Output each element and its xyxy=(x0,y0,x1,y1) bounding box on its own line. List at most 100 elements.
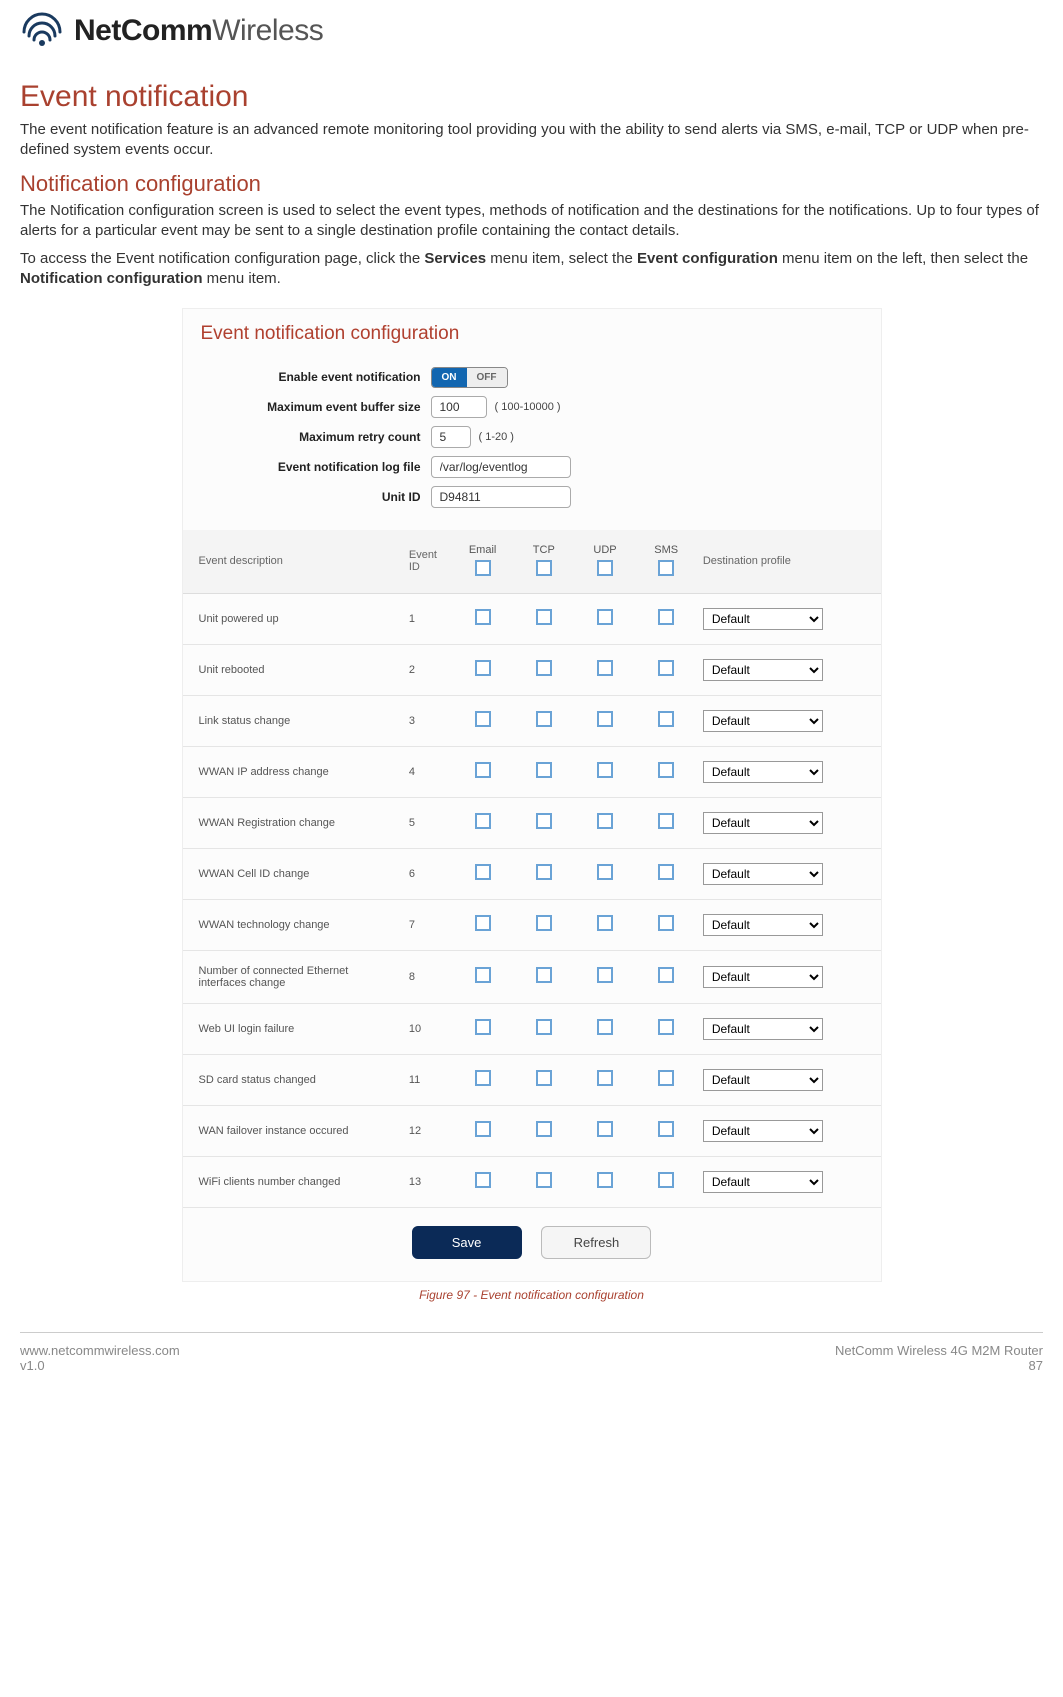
checkbox-tcp[interactable] xyxy=(536,1121,552,1137)
checkbox-email[interactable] xyxy=(475,813,491,829)
enable-toggle[interactable]: ON OFF xyxy=(431,367,508,388)
checkbox-tcp[interactable] xyxy=(536,1019,552,1035)
destination-select[interactable]: Default xyxy=(703,710,823,732)
checkbox-udp[interactable] xyxy=(597,813,613,829)
table-row: WWAN Cell ID change6Default xyxy=(183,848,881,899)
logfile-input[interactable] xyxy=(431,456,571,478)
save-button[interactable]: Save xyxy=(412,1226,522,1259)
intro-paragraph: The event notification feature is an adv… xyxy=(20,120,1043,161)
checkbox-udp[interactable] xyxy=(597,1019,613,1035)
destination-select[interactable]: Default xyxy=(703,1069,823,1091)
subsection-paragraph: The Notification configuration screen is… xyxy=(20,201,1043,242)
checkbox-email[interactable] xyxy=(475,1172,491,1188)
checkbox-tcp[interactable] xyxy=(536,813,552,829)
checkbox-udp[interactable] xyxy=(597,1070,613,1086)
destination-select[interactable]: Default xyxy=(703,1171,823,1193)
page-footer: www.netcommwireless.com v1.0 NetComm Wir… xyxy=(20,1332,1043,1373)
checkbox-tcp[interactable] xyxy=(536,915,552,931)
checkbox-tcp[interactable] xyxy=(536,864,552,880)
brand-wordmark: NetCommWireless xyxy=(74,14,323,48)
event-id: 5 xyxy=(403,797,452,848)
checkbox-sms[interactable] xyxy=(658,660,674,676)
checkbox-all-email[interactable] xyxy=(475,560,491,576)
brand-light: Wireless xyxy=(212,14,323,47)
destination-select[interactable]: Default xyxy=(703,812,823,834)
destination-select[interactable]: Default xyxy=(703,761,823,783)
refresh-button[interactable]: Refresh xyxy=(541,1226,651,1259)
checkbox-email[interactable] xyxy=(475,915,491,931)
event-desc: WAN failover instance occured xyxy=(183,1105,403,1156)
checkbox-sms[interactable] xyxy=(658,967,674,983)
checkbox-email[interactable] xyxy=(475,609,491,625)
figure-caption: Figure 97 - Event notification configura… xyxy=(20,1288,1043,1302)
checkbox-sms[interactable] xyxy=(658,762,674,778)
event-id: 3 xyxy=(403,695,452,746)
checkbox-email[interactable] xyxy=(475,1019,491,1035)
checkbox-tcp[interactable] xyxy=(536,609,552,625)
checkbox-sms[interactable] xyxy=(658,609,674,625)
checkbox-email[interactable] xyxy=(475,864,491,880)
checkbox-sms[interactable] xyxy=(658,1121,674,1137)
destination-select[interactable]: Default xyxy=(703,659,823,681)
checkbox-tcp[interactable] xyxy=(536,762,552,778)
event-desc: WWAN Cell ID change xyxy=(183,848,403,899)
event-id: 10 xyxy=(403,1003,452,1054)
destination-select[interactable]: Default xyxy=(703,863,823,885)
col-id: Event ID xyxy=(403,530,452,594)
table-row: WAN failover instance occured12Default xyxy=(183,1105,881,1156)
event-id: 4 xyxy=(403,746,452,797)
checkbox-udp[interactable] xyxy=(597,1172,613,1188)
row-logfile: Event notification log file xyxy=(201,456,863,478)
destination-select[interactable]: Default xyxy=(703,914,823,936)
retry-hint: ( 1-20 ) xyxy=(479,431,514,443)
checkbox-sms[interactable] xyxy=(658,813,674,829)
checkbox-all-sms[interactable] xyxy=(658,560,674,576)
checkbox-email[interactable] xyxy=(475,660,491,676)
row-bufsize: Maximum event buffer size ( 100-10000 ) xyxy=(201,396,863,418)
footer-page: 87 xyxy=(835,1358,1043,1373)
checkbox-udp[interactable] xyxy=(597,915,613,931)
checkbox-udp[interactable] xyxy=(597,609,613,625)
checkbox-tcp[interactable] xyxy=(536,1172,552,1188)
checkbox-udp[interactable] xyxy=(597,864,613,880)
checkbox-email[interactable] xyxy=(475,762,491,778)
checkbox-udp[interactable] xyxy=(597,660,613,676)
checkbox-email[interactable] xyxy=(475,1070,491,1086)
checkbox-sms[interactable] xyxy=(658,915,674,931)
destination-select[interactable]: Default xyxy=(703,1120,823,1142)
checkbox-tcp[interactable] xyxy=(536,1070,552,1086)
col-email-label: Email xyxy=(458,544,507,556)
event-desc: SD card status changed xyxy=(183,1054,403,1105)
event-desc: WWAN IP address change xyxy=(183,746,403,797)
destination-select[interactable]: Default xyxy=(703,608,823,630)
checkbox-tcp[interactable] xyxy=(536,660,552,676)
checkbox-tcp[interactable] xyxy=(536,967,552,983)
checkbox-sms[interactable] xyxy=(658,1070,674,1086)
row-retry: Maximum retry count ( 1-20 ) xyxy=(201,426,863,448)
checkbox-udp[interactable] xyxy=(597,1121,613,1137)
checkbox-email[interactable] xyxy=(475,967,491,983)
destination-select[interactable]: Default xyxy=(703,966,823,988)
checkbox-email[interactable] xyxy=(475,711,491,727)
checkbox-tcp[interactable] xyxy=(536,711,552,727)
table-row: Link status change3Default xyxy=(183,695,881,746)
unitid-input[interactable] xyxy=(431,486,571,508)
checkbox-email[interactable] xyxy=(475,1121,491,1137)
checkbox-sms[interactable] xyxy=(658,864,674,880)
checkbox-sms[interactable] xyxy=(658,1019,674,1035)
access-bold-services: Services xyxy=(424,250,486,267)
bufsize-input[interactable] xyxy=(431,396,487,418)
checkbox-udp[interactable] xyxy=(597,711,613,727)
enable-label: Enable event notification xyxy=(201,370,431,384)
checkbox-sms[interactable] xyxy=(658,1172,674,1188)
access-bold-notifconfig: Notification configuration xyxy=(20,270,202,287)
checkbox-sms[interactable] xyxy=(658,711,674,727)
destination-select[interactable]: Default xyxy=(703,1018,823,1040)
checkbox-udp[interactable] xyxy=(597,967,613,983)
checkbox-all-tcp[interactable] xyxy=(536,560,552,576)
toggle-on: ON xyxy=(432,368,467,387)
retry-input[interactable] xyxy=(431,426,471,448)
checkbox-all-udp[interactable] xyxy=(597,560,613,576)
brand-logo-icon xyxy=(20,12,64,50)
checkbox-udp[interactable] xyxy=(597,762,613,778)
